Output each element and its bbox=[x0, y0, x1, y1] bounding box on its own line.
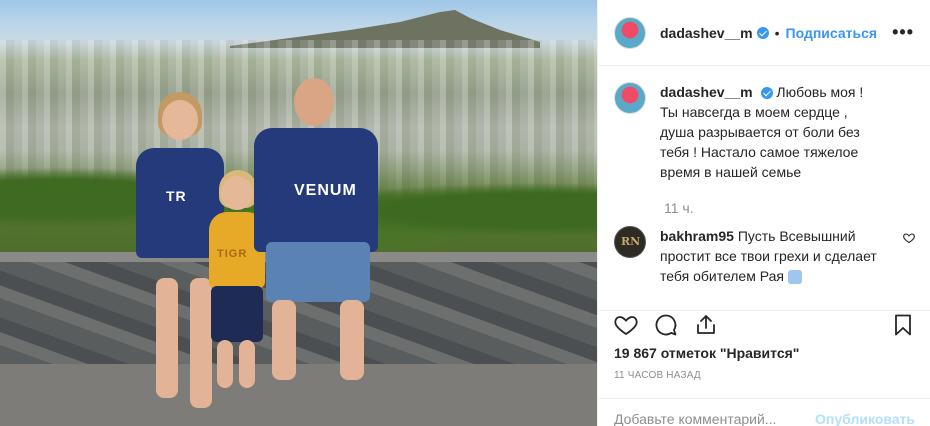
post-timestamp[interactable]: 11 ЧАСОВ НАЗАД bbox=[614, 370, 701, 381]
shirt-text-right: VENUM bbox=[294, 182, 357, 199]
post-actions: 19 867 отметок "Нравится" bbox=[598, 310, 930, 372]
list-item: bakhram95 Пусть Всевышний простит все тв… bbox=[614, 226, 915, 286]
username-link[interactable]: dadashev__m bbox=[660, 25, 753, 41]
comment-icon[interactable] bbox=[654, 313, 678, 337]
comments-section: dadashev__m Любовь моя ! Ты навсегда в м… bbox=[598, 66, 930, 310]
more-icon[interactable]: ••• bbox=[892, 22, 914, 43]
separator-dot: • bbox=[774, 24, 780, 41]
avatar[interactable] bbox=[614, 82, 646, 114]
follow-button[interactable]: Подписаться bbox=[786, 25, 878, 41]
likes-count[interactable]: 19 867 отметок "Нравится" bbox=[614, 345, 915, 361]
comment-username[interactable]: bakhram95 bbox=[660, 228, 734, 244]
shirt-text-child: TIGR bbox=[217, 248, 248, 260]
avatar[interactable] bbox=[614, 16, 646, 49]
publish-button[interactable]: Опубликовать bbox=[815, 411, 915, 426]
caption: dadashev__m Любовь моя ! Ты навсегда в м… bbox=[614, 82, 915, 182]
bookmark-icon[interactable] bbox=[891, 313, 915, 337]
heart-icon[interactable] bbox=[903, 232, 915, 244]
verified-icon bbox=[760, 87, 773, 100]
heart-icon[interactable] bbox=[614, 313, 638, 337]
post-header: dadashev__m • Подписаться ••• bbox=[598, 0, 930, 66]
avatar[interactable] bbox=[614, 226, 646, 258]
caption-time[interactable]: 11 ч. bbox=[664, 200, 915, 216]
man-figure: VENUM bbox=[250, 78, 390, 398]
emoji-icon bbox=[787, 270, 802, 285]
shirt-text-left: TR bbox=[166, 188, 187, 204]
post-side-panel: dadashev__m • Подписаться ••• dadashev__… bbox=[597, 0, 930, 426]
caption-username[interactable]: dadashev__m bbox=[660, 84, 753, 100]
comment-input[interactable] bbox=[614, 410, 816, 426]
add-comment-bar: Опубликовать bbox=[598, 398, 930, 426]
share-icon[interactable] bbox=[694, 313, 718, 337]
verified-icon bbox=[756, 26, 769, 39]
post-photo[interactable]: TR TIGR VENUM bbox=[0, 0, 597, 426]
